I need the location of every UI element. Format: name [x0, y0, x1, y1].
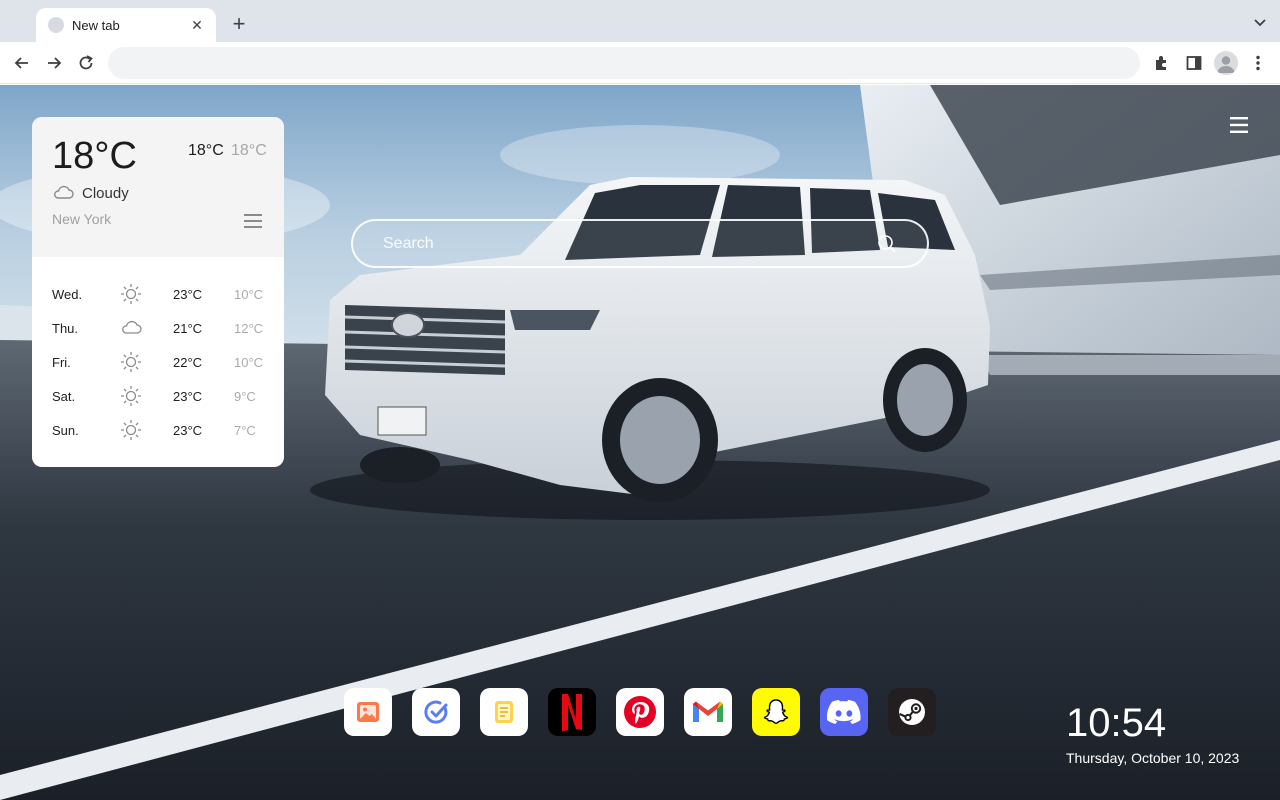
cloud-icon [54, 185, 74, 199]
person-icon [1217, 56, 1235, 73]
profile-avatar[interactable] [1214, 51, 1238, 75]
sun-icon [121, 420, 141, 440]
clock-time: 10:54 [1066, 701, 1167, 745]
cloud-icon [122, 320, 142, 334]
forecast-high: 22°C [173, 355, 203, 370]
steam-icon [899, 699, 925, 725]
weather-condition: Cloudy [82, 185, 129, 202]
search-icon[interactable] [877, 234, 897, 254]
netflix-icon [562, 694, 582, 732]
side-panel-icon[interactable] [1184, 53, 1204, 73]
forecast-row: Sat. 23°C 9°C [32, 379, 284, 413]
forecast-row: Wed. 23°C 10°C [32, 277, 284, 311]
forecast-low: 7°C [234, 423, 256, 438]
forecast-low: 9°C [234, 389, 256, 404]
check-circle-icon [424, 700, 448, 724]
forecast-day: Wed. [52, 287, 83, 302]
address-bar-input[interactable] [108, 47, 1140, 79]
forecast-high: 23°C [173, 389, 203, 404]
netflix-app-button[interactable] [548, 688, 596, 736]
hamburger-menu-icon[interactable] [1229, 116, 1249, 134]
forecast-high: 23°C [173, 423, 203, 438]
weather-current: 18°C 18°C 18°C Cloudy New York [32, 117, 284, 257]
forecast-day: Sat. [52, 389, 76, 404]
sun-icon [121, 352, 141, 372]
kebab-menu-icon[interactable] [1248, 53, 1268, 73]
weather-widget[interactable]: 18°C 18°C 18°C Cloudy New York Wed. 23°C… [32, 117, 284, 467]
tab-strip: New tab ✕ + [0, 0, 1280, 42]
gallery-app-button[interactable] [344, 688, 392, 736]
forecast-low: 10°C [234, 355, 264, 370]
discord-icon [827, 699, 861, 725]
today-high-temperature: 18°C [188, 142, 224, 159]
snapchat-icon [763, 699, 789, 724]
weather-city[interactable]: New York [52, 211, 111, 227]
chevron-down-icon[interactable] [1252, 14, 1268, 30]
new-tab-button[interactable]: + [226, 12, 252, 38]
forecast-low: 10°C [234, 287, 264, 302]
pinterest-app-button[interactable] [616, 688, 664, 736]
forecast-day: Fri. [52, 355, 71, 370]
forecast-high: 23°C [173, 287, 203, 302]
tab-close-icon[interactable]: ✕ [188, 17, 206, 34]
search-input[interactable] [353, 221, 873, 266]
sun-icon [121, 386, 141, 406]
forecast-high: 21°C [173, 321, 203, 336]
gmail-icon [693, 701, 723, 722]
forecast-low: 12°C [234, 321, 264, 336]
gmail-app-button[interactable] [684, 688, 732, 736]
steam-app-button[interactable] [888, 688, 936, 736]
note-icon [495, 701, 513, 723]
forecast-row: Sun. 23°C 7°C [32, 413, 284, 447]
search-box [351, 219, 929, 268]
notes-app-button[interactable] [480, 688, 528, 736]
pinterest-icon [624, 696, 656, 728]
weather-menu-icon[interactable] [243, 213, 263, 229]
sun-icon [121, 284, 141, 304]
forecast-day: Sun. [52, 423, 79, 438]
favicon-icon [48, 17, 64, 33]
forecast-row: Fri. 22°C 10°C [32, 345, 284, 379]
forecast-day: Thu. [52, 321, 79, 336]
discord-app-button[interactable] [820, 688, 868, 736]
image-icon [357, 702, 379, 722]
weather-forecast-list: Wed. 23°C 10°C Thu. 21°C 12°C Fri. 22°C … [32, 277, 284, 447]
tab-new-tab[interactable]: New tab ✕ [36, 8, 216, 42]
back-arrow-icon[interactable] [12, 53, 32, 73]
current-temperature: 18°C [52, 135, 137, 177]
tab-title: New tab [72, 17, 120, 33]
new-tab-page: 18°C 18°C 18°C Cloudy New York Wed. 23°C… [0, 85, 1280, 800]
today-low-temperature: 18°C [231, 142, 267, 159]
reload-icon[interactable] [76, 53, 96, 73]
browser-toolbar [0, 42, 1280, 84]
clock-date: Thursday, October 10, 2023 [1066, 750, 1240, 766]
extensions-puzzle-icon[interactable] [1152, 53, 1172, 73]
snapchat-app-button[interactable] [752, 688, 800, 736]
tasks-app-button[interactable] [412, 688, 460, 736]
forecast-row: Thu. 21°C 12°C [32, 311, 284, 345]
forward-arrow-icon[interactable] [44, 53, 64, 73]
